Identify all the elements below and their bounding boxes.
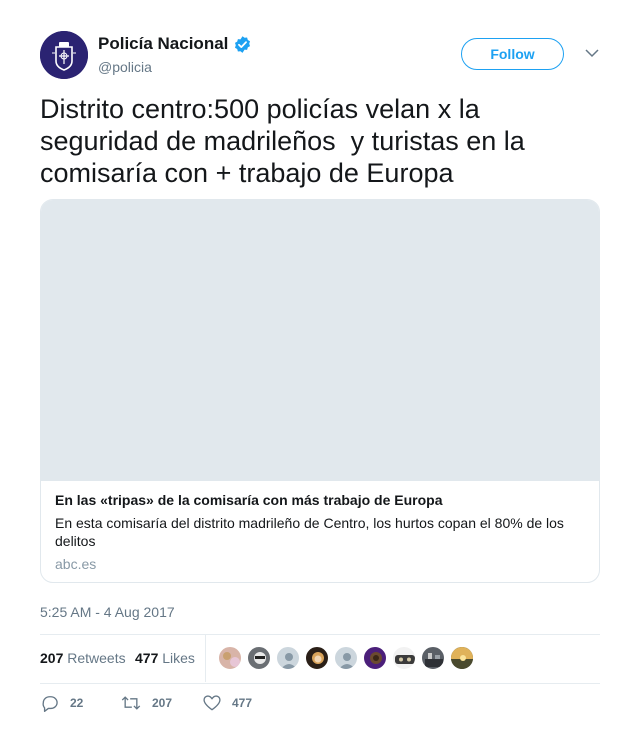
liker-avatar[interactable]: [363, 646, 387, 670]
card-image[interactable]: [41, 200, 599, 481]
retweets-stat[interactable]: 207 Retweets: [40, 650, 126, 666]
liker-avatar[interactable]: [334, 646, 358, 670]
card-description: En esta comisaría del distrito madrileño…: [55, 515, 564, 549]
follow-button[interactable]: Follow: [461, 38, 564, 70]
engagement-stats: 207 Retweets 477 Likes: [40, 634, 600, 684]
stats-divider: [205, 635, 206, 682]
likes-count: 477: [135, 650, 159, 666]
like-button[interactable]: 477: [202, 693, 252, 713]
like-count: 477: [232, 696, 253, 710]
police-shield-icon: [40, 31, 88, 79]
retweet-icon: [121, 696, 141, 710]
tweet-header: Policía Nacional @policia Follow: [40, 31, 600, 79]
retweets-count: 207: [40, 650, 64, 666]
liker-avatar[interactable]: [421, 646, 445, 670]
card-domain: abc.es: [55, 556, 97, 572]
likes-label: Likes: [162, 650, 195, 666]
liker-avatar[interactable]: [392, 646, 416, 670]
account-handle[interactable]: @policia: [98, 59, 152, 75]
chevron-down-icon[interactable]: [585, 48, 599, 58]
heart-icon: [203, 695, 221, 711]
verified-badge-icon: [235, 35, 251, 53]
retweets-label: Retweets: [67, 650, 126, 666]
liker-avatar[interactable]: [276, 646, 300, 670]
liker-avatar[interactable]: [218, 646, 242, 670]
reply-button[interactable]: 22: [40, 693, 83, 713]
tweet-text: Distrito centro:500 policías velan x la …: [40, 94, 533, 188]
reply-icon: [42, 696, 58, 712]
tweet-timestamp[interactable]: 5:25 AM - 4 Aug 2017: [40, 604, 175, 620]
card-title: En las «tripas» de la comisaría con más …: [55, 492, 443, 508]
liker-avatar[interactable]: [450, 646, 474, 670]
retweet-count: 207: [152, 696, 173, 710]
reply-count: 22: [70, 696, 84, 710]
liker-avatar[interactable]: [305, 646, 329, 670]
retweet-button[interactable]: 207: [120, 693, 172, 713]
account-name[interactable]: Policía Nacional: [98, 34, 228, 54]
likes-stat[interactable]: 477 Likes: [135, 650, 195, 666]
account-avatar[interactable]: [40, 31, 88, 79]
tweet-actions: 22 207 477: [40, 693, 600, 715]
link-card[interactable]: En las «tripas» de la comisaría con más …: [40, 199, 600, 583]
account-name-row: Policía Nacional: [98, 34, 252, 54]
liker-avatar[interactable]: [247, 646, 271, 670]
